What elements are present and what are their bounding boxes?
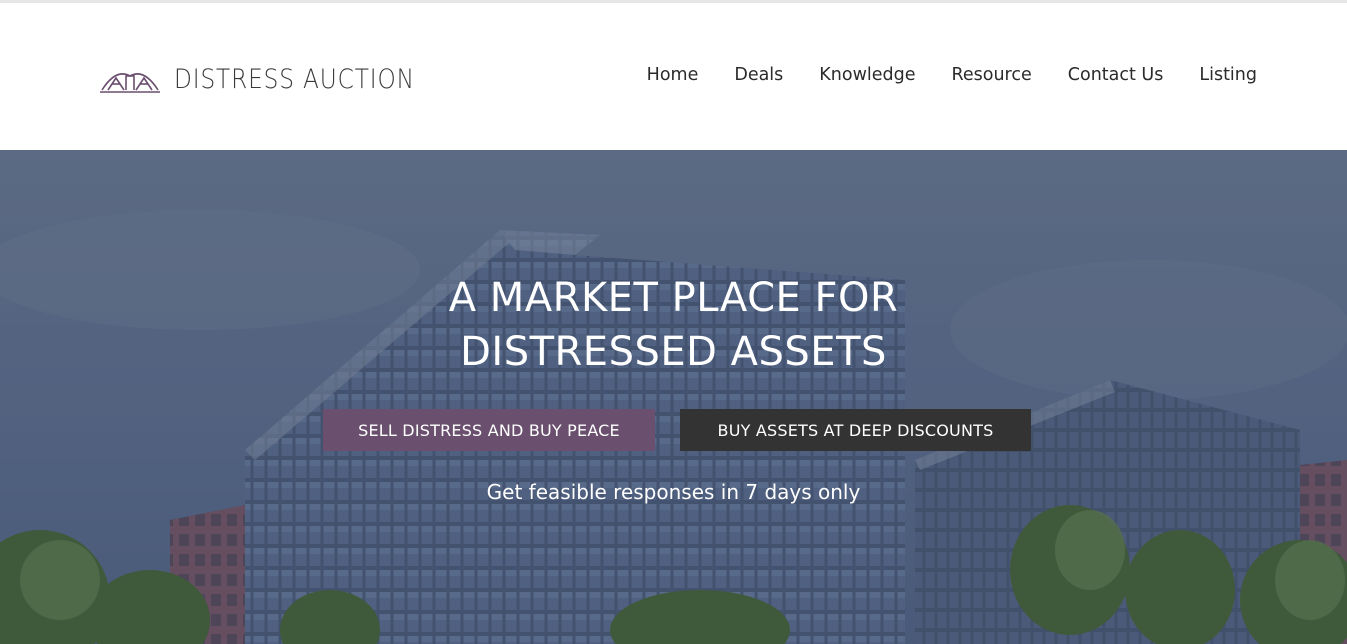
nav-contact-us[interactable]: Contact Us xyxy=(1068,63,1164,87)
sell-distress-button[interactable]: SELL DISTRESS AND BUY PEACE xyxy=(323,409,655,451)
hero-title-line1: A MARKET PLACE FOR xyxy=(448,275,899,321)
hero-section: A MARKET PLACE FOR DISTRESSED ASSETS SEL… xyxy=(0,150,1347,644)
hero-title: A MARKET PLACE FOR DISTRESSED ASSETS xyxy=(0,271,1347,379)
hero-title-line2: DISTRESSED ASSETS xyxy=(460,329,887,375)
nav-knowledge[interactable]: Knowledge xyxy=(819,63,915,87)
main-nav: Home Deals Knowledge Resource Contact Us… xyxy=(647,63,1257,87)
nav-deals[interactable]: Deals xyxy=(734,63,783,87)
hero-subtitle: Get feasible responses in 7 days only xyxy=(486,480,861,504)
brand-name: DISTRESS AUCTION xyxy=(174,63,415,95)
site-logo[interactable]: DISTRESS AUCTION xyxy=(100,59,454,99)
office-buildings-image xyxy=(0,150,1347,644)
nav-home[interactable]: Home xyxy=(647,63,699,87)
nav-resource[interactable]: Resource xyxy=(952,63,1032,87)
house-arch-logo-icon xyxy=(100,73,160,93)
site-header: DISTRESS AUCTION Home Deals Knowledge Re… xyxy=(0,3,1347,150)
nav-listing[interactable]: Listing xyxy=(1199,63,1257,87)
buy-assets-button[interactable]: BUY ASSETS AT DEEP DISCOUNTS xyxy=(680,409,1031,451)
